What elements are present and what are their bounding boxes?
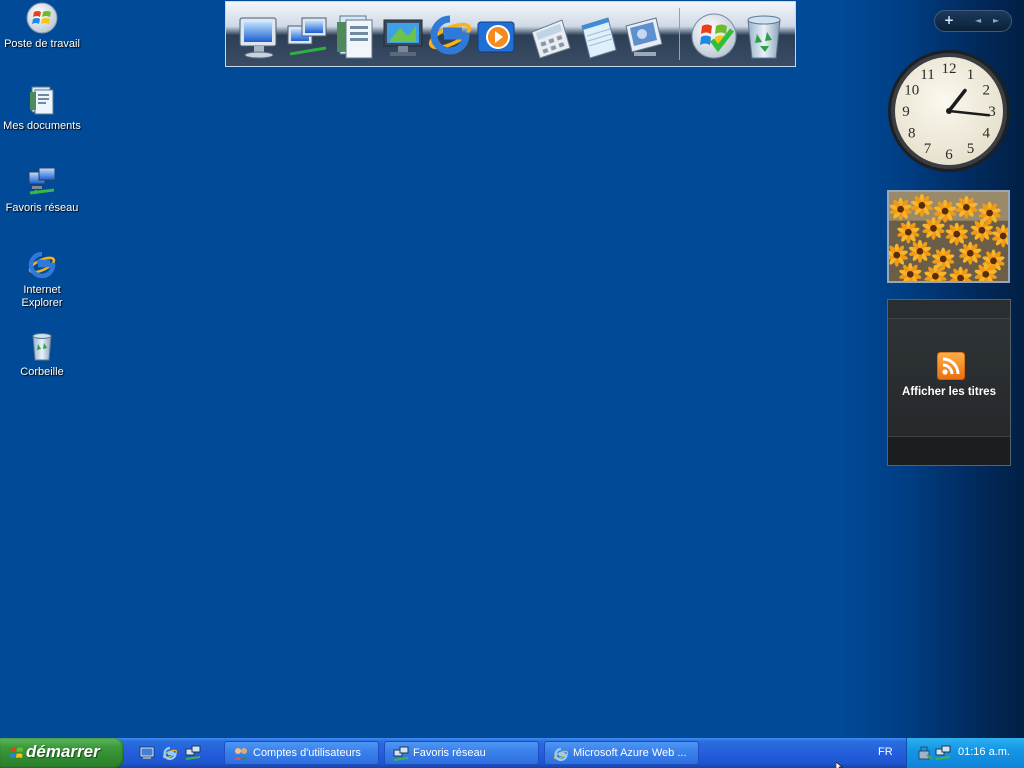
network-tray-icon[interactable] bbox=[935, 745, 951, 761]
clock-numeral: 2 bbox=[982, 83, 990, 99]
dock-separator bbox=[679, 8, 680, 60]
desktop-icon-mes-documents[interactable]: Mes documents bbox=[0, 84, 84, 133]
previous-gadget-button[interactable]: ◄ bbox=[975, 16, 981, 25]
feed-footer bbox=[888, 436, 1010, 465]
clock-numeral: 10 bbox=[904, 83, 919, 99]
safely-remove-icon[interactable] bbox=[917, 745, 933, 761]
users-icon bbox=[234, 748, 248, 760]
task-label: Microsoft Azure Web ... bbox=[573, 747, 687, 759]
internet-explorer-icon bbox=[553, 747, 569, 762]
computer-icon[interactable] bbox=[236, 12, 284, 62]
clock-numeral: 4 bbox=[982, 126, 990, 142]
desktop-icon-label: Internet Explorer bbox=[21, 284, 63, 309]
desktop-icon-favoris-reseau[interactable]: Favoris réseau bbox=[0, 166, 84, 215]
task-label: Comptes d'utilisateurs bbox=[253, 747, 361, 759]
documents-icon[interactable] bbox=[332, 12, 380, 62]
start-button[interactable]: démarrer bbox=[0, 738, 124, 768]
windows-orb-icon[interactable] bbox=[690, 10, 738, 60]
network-computers-icon[interactable] bbox=[284, 12, 332, 62]
internet-explorer-icon bbox=[28, 251, 56, 279]
desktop-icon-label: Poste de travail bbox=[4, 38, 80, 50]
internet-explorer-icon[interactable] bbox=[426, 10, 474, 60]
task-button-favoris-reseau[interactable]: Favoris réseau bbox=[384, 741, 539, 765]
notepad-icon[interactable] bbox=[574, 12, 622, 62]
recycle-bin-icon bbox=[32, 333, 52, 361]
documents-icon bbox=[30, 86, 54, 115]
clock-numeral: 8 bbox=[908, 126, 916, 142]
clock-time[interactable]: 01:16 a.m. bbox=[958, 746, 1010, 758]
desktop-icon-label: Mes documents bbox=[3, 120, 81, 132]
mouse-cursor bbox=[836, 762, 843, 768]
network-icon[interactable] bbox=[185, 745, 201, 761]
gadget-controls: + ◄ ► bbox=[934, 10, 1012, 32]
add-gadget-button[interactable]: + bbox=[944, 13, 954, 27]
task-button-microsoft-azure[interactable]: Microsoft Azure Web ... bbox=[544, 741, 699, 765]
feed-header bbox=[888, 300, 1010, 319]
clock-numeral: 1 bbox=[967, 67, 975, 83]
show-desktop-icon[interactable] bbox=[139, 745, 155, 761]
show-headlines-label: Afficher les titres bbox=[902, 386, 996, 398]
internet-explorer-icon[interactable] bbox=[162, 745, 178, 761]
network-icon bbox=[28, 167, 56, 195]
clock-numeral: 6 bbox=[945, 147, 953, 163]
rss-icon bbox=[937, 352, 965, 380]
desktop-icon-poste-de-travail[interactable]: Poste de travail bbox=[0, 2, 84, 51]
media-player-icon[interactable] bbox=[472, 12, 520, 62]
dock-toolbar bbox=[225, 1, 796, 67]
taskbar: démarrer Comptes d'utilisateurs Favoris … bbox=[0, 738, 1024, 768]
slideshow-gadget[interactable] bbox=[887, 190, 1010, 283]
task-label: Favoris réseau bbox=[413, 747, 486, 759]
windows-logo-icon bbox=[26, 2, 58, 34]
task-button-comptes-utilisateurs[interactable]: Comptes d'utilisateurs bbox=[224, 741, 379, 765]
clock-numeral: 5 bbox=[967, 141, 975, 157]
next-gadget-button[interactable]: ► bbox=[993, 16, 999, 25]
system-tray: 01:16 a.m. bbox=[906, 738, 1024, 768]
clock-numeral: 7 bbox=[924, 141, 932, 157]
recycle-bin-icon[interactable] bbox=[740, 12, 788, 62]
desktop-icon-internet-explorer[interactable]: Internet Explorer bbox=[0, 248, 84, 310]
clock-numeral: 9 bbox=[902, 104, 910, 120]
feed-headlines-gadget[interactable]: Afficher les titres bbox=[887, 299, 1011, 466]
desktop-icon-label: Corbeille bbox=[20, 366, 64, 378]
desktop-icon-corbeille[interactable]: Corbeille bbox=[0, 330, 84, 379]
desktop-icon-label: Favoris réseau bbox=[5, 202, 79, 214]
control-panel-icon[interactable] bbox=[620, 12, 668, 62]
calculator-icon[interactable] bbox=[526, 12, 574, 62]
windows-flag-icon bbox=[10, 747, 23, 758]
language-indicator[interactable]: FR bbox=[878, 746, 893, 758]
media-center-icon[interactable] bbox=[380, 12, 428, 62]
clock-numeral: 3 bbox=[988, 104, 996, 120]
clock-numeral: 11 bbox=[920, 67, 934, 83]
start-label: démarrer bbox=[26, 742, 100, 761]
clock-numeral: 12 bbox=[942, 61, 957, 77]
network-icon bbox=[393, 746, 409, 761]
clock-gadget[interactable]: 1234567891011 12 bbox=[886, 48, 1012, 174]
